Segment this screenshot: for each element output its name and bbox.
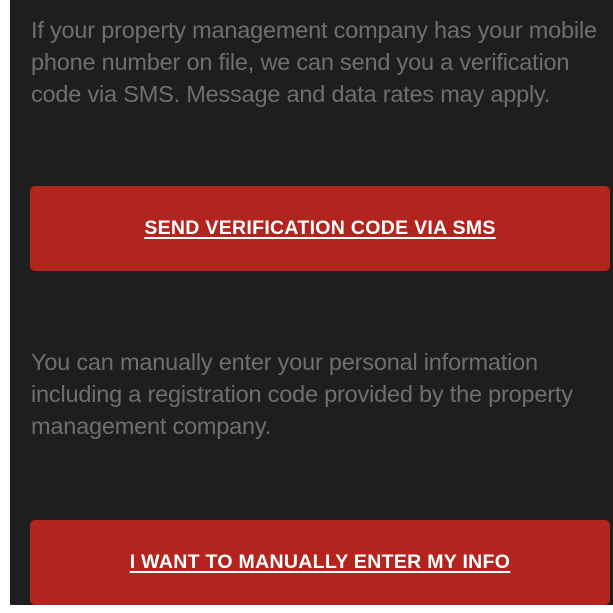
verification-screen: If your property management company has … [10,0,613,605]
send-sms-code-button[interactable]: SEND VERIFICATION CODE VIA SMS [30,186,610,271]
sms-description: If your property management company has … [31,17,597,107]
manual-entry-button[interactable]: I WANT TO MANUALLY ENTER MY INFO [30,520,610,605]
send-sms-code-label: SEND VERIFICATION CODE VIA SMS [144,217,496,239]
manual-entry-label: I WANT TO MANUALLY ENTER MY INFO [129,551,511,573]
manual-entry-description: You can manually enter your personal inf… [31,349,573,439]
